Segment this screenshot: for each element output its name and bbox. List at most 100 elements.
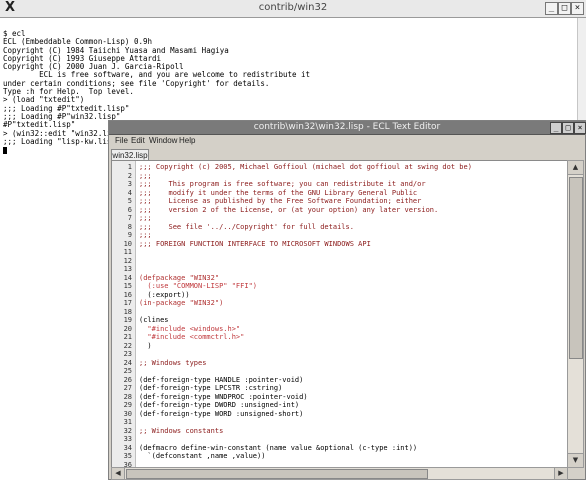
code-text: (in-package "WIN32") — [139, 299, 224, 307]
vertical-scroll-thumb[interactable] — [569, 177, 583, 359]
code-text: (clines — [139, 316, 169, 324]
code-text: (:use "COMMON-LISP" "FFI") — [139, 282, 258, 290]
line-number: 8 — [127, 222, 132, 231]
line-number: 31 — [123, 418, 132, 426]
code-text: ;;; — [139, 171, 152, 180]
scroll-up-icon[interactable]: ▲ — [568, 161, 583, 175]
code-line: 12 — [112, 257, 567, 266]
line-number: 35 — [123, 452, 132, 460]
line-number: 30 — [123, 409, 132, 418]
code-text: ;;; — [139, 231, 152, 239]
code-line: 22 ) — [112, 342, 567, 351]
line-number: 26 — [123, 375, 132, 384]
horizontal-scrollbar[interactable]: ◀ ▶ — [111, 467, 568, 480]
code-text: ;;; License as published by the Free Sof… — [139, 197, 422, 205]
code-line: 3 ;;; This program is free software; you … — [112, 180, 567, 189]
code-line: 25 — [112, 367, 567, 376]
code-text: (def-foreign-type DWORD :unsigned-int) — [139, 401, 300, 409]
maximize-icon[interactable]: □ — [558, 2, 571, 15]
line-number: 27 — [123, 384, 132, 392]
close-icon[interactable]: × — [571, 2, 584, 15]
terminal-title: contrib/win32 — [258, 2, 328, 13]
code-text: (def-foreign-type LPCSTR :cstring) — [139, 384, 283, 392]
scroll-left-icon[interactable]: ◀ — [112, 468, 125, 479]
line-number: 19 — [123, 316, 132, 324]
code-text: (def-foreign-type WORD :unsigned-short) — [139, 409, 304, 418]
maximize-icon[interactable]: □ — [562, 122, 574, 134]
code-text: ;;; — [139, 214, 152, 222]
code-line: 34 (defmacro define-win-constant (name va… — [112, 444, 567, 453]
menu-window[interactable]: Window — [149, 136, 177, 145]
line-number: 5 — [127, 197, 132, 205]
code-text: (:export)) — [139, 290, 190, 299]
menu-file[interactable]: File — [115, 136, 128, 145]
code-line: 28 (def-foreign-type WNDPROC :pointer-voi… — [112, 393, 567, 402]
code-line: 14 (defpackage "WIN32" — [112, 274, 567, 283]
editor-title: contrib\win32\win32.lisp - ECL Text Edit… — [253, 122, 441, 132]
line-number: 21 — [123, 333, 132, 341]
code-text: (def-foreign-type WNDPROC :pointer-void) — [139, 392, 308, 401]
line-number: 17 — [123, 299, 132, 307]
line-number: 25 — [123, 367, 132, 375]
line-number: 18 — [123, 307, 132, 316]
scroll-down-icon[interactable]: ▼ — [568, 453, 583, 467]
code-line: 35 `(defconstant ,name ,value)) — [112, 452, 567, 461]
code-line: 18 — [112, 308, 567, 317]
terminal-titlebar[interactable]: X contrib/win32 _ □ × — [0, 0, 586, 18]
code-line: 1 ;;; Copyright (c) 2005, Michael Goffiou… — [112, 163, 567, 172]
editor-menubar: File Edit Window Help — [109, 135, 585, 149]
line-number: 3 — [127, 180, 132, 188]
scroll-right-icon[interactable]: ▶ — [554, 468, 567, 479]
editor-titlebar[interactable]: contrib\win32\win32.lisp - ECL Text Edit… — [109, 121, 586, 135]
code-line: 20 "#include <windows.h>" — [112, 325, 567, 334]
code-text: (defmacro define-win-constant (name valu… — [139, 443, 418, 452]
code-line: 27 (def-foreign-type LPCSTR :cstring) — [112, 384, 567, 393]
code-text: ;;; See file '../../Copyright' for full … — [139, 222, 354, 231]
code-line: 32 ;; Windows constants — [112, 427, 567, 436]
code-line: 13 — [112, 265, 567, 274]
line-number: 7 — [127, 214, 132, 222]
minimize-icon[interactable]: _ — [550, 122, 562, 134]
vertical-scrollbar[interactable]: ▲ ▼ — [567, 160, 584, 468]
line-number: 23 — [123, 350, 132, 358]
code-line: 5 ;;; License as published by the Free So… — [112, 197, 567, 206]
code-text: ) — [139, 341, 152, 350]
minimize-icon[interactable]: _ — [545, 2, 558, 15]
line-number: 33 — [123, 435, 132, 443]
code-line: 15 (:use "COMMON-LISP" "FFI") — [112, 282, 567, 291]
code-line: 26 (def-foreign-type HANDLE :pointer-void… — [112, 376, 567, 385]
code-editor-area[interactable]: 1 ;;; Copyright (c) 2005, Michael Goffiou… — [111, 160, 568, 468]
code-line: 29 (def-foreign-type DWORD :unsigned-int) — [112, 401, 567, 410]
code-line: 2;;; — [112, 172, 567, 181]
code-line: 30 (def-foreign-type WORD :unsigned-short… — [112, 410, 567, 419]
close-icon[interactable]: × — [574, 122, 586, 134]
line-number: 12 — [123, 256, 132, 265]
line-number: 34 — [123, 443, 132, 452]
line-number: 15 — [123, 282, 132, 290]
code-line: 16 (:export)) — [112, 291, 567, 300]
code-line: 23 — [112, 350, 567, 359]
line-number: 13 — [123, 265, 132, 273]
line-number: 29 — [123, 401, 132, 409]
code-text: (defpackage "WIN32" — [139, 273, 220, 282]
code-text: ;; Windows constants — [139, 426, 224, 435]
code-line: 33 — [112, 435, 567, 444]
menu-edit[interactable]: Edit — [131, 136, 145, 145]
line-number: 14 — [123, 273, 132, 282]
text-cursor — [3, 146, 7, 154]
code-text: "#include <commctrl.h>" — [139, 333, 245, 341]
code-text: ;;; FOREIGN FUNCTION INTERFACE TO MICROS… — [139, 239, 371, 248]
line-number: 6 — [127, 205, 132, 214]
code-line: 17 (in-package "WIN32") — [112, 299, 567, 308]
horizontal-scroll-thumb[interactable] — [126, 469, 428, 479]
line-number: 2 — [127, 171, 132, 180]
code-text: (def-foreign-type HANDLE :pointer-void) — [139, 375, 304, 384]
line-number: 28 — [123, 392, 132, 401]
line-number: 1 — [127, 163, 132, 171]
line-number: 24 — [123, 358, 132, 367]
line-number: 11 — [123, 248, 132, 256]
code-line: 6 ;;; version 2 of the License, or (at yo… — [112, 206, 567, 215]
code-text: `(defconstant ,name ,value)) — [139, 452, 266, 460]
code-line: 19 (clines — [112, 316, 567, 325]
menu-help[interactable]: Help — [179, 136, 195, 145]
